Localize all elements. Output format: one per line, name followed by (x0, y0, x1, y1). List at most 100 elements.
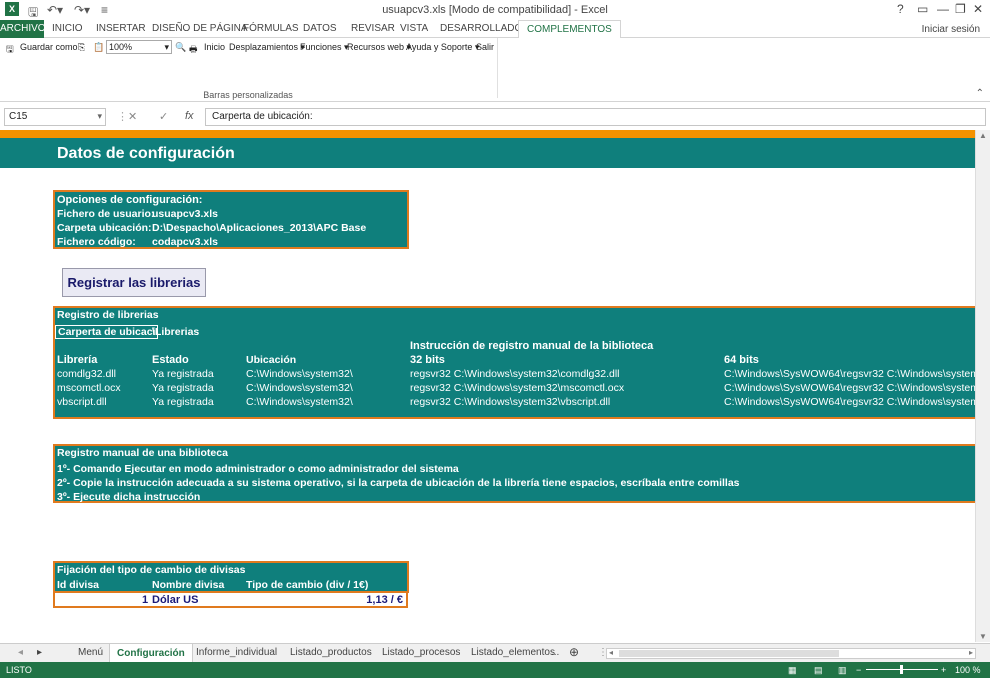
ayuda-menu[interactable]: Ayuda y Soporte ▾ (406, 42, 479, 53)
sheet-tab[interactable]: Listado_procesos (382, 647, 460, 658)
table-cell: regsvr32 C:\Windows\system32\vbscript.dl… (410, 396, 611, 408)
page-break-icon[interactable]: ▥ (838, 665, 847, 676)
formula-input[interactable]: Carperta de ubicación: (205, 108, 986, 126)
column-header: Ubicación (246, 354, 297, 366)
scroll-down-icon[interactable]: ▼ (979, 632, 987, 641)
table-cell: C:\Windows\system32\ (246, 368, 353, 380)
currency-panel: Fijación del tipo de cambio de divisas I… (53, 561, 409, 593)
chevron-down-icon: ▾ (164, 42, 169, 52)
sheet-tab[interactable]: Informe_individual (196, 647, 277, 658)
currency-rate: 1,13 / € (366, 594, 403, 606)
zoom-select[interactable]: 100% ▾ (106, 40, 172, 54)
print-icon[interactable]: 🖶 (189, 42, 198, 58)
scroll-up-icon[interactable]: ▲ (979, 131, 987, 140)
desplazamientos-label: Desplazamientos (229, 42, 299, 52)
minimize-button[interactable]: — (937, 2, 949, 16)
column-header: Librería (57, 354, 98, 366)
scroll-left-icon[interactable]: ◂ (609, 648, 613, 657)
funciones-menu[interactable]: Funciones ▾ (300, 42, 349, 53)
formula-bar: C15 ▾ ⋮ ✕ ✓ fx Carperta de ubicación: (0, 103, 990, 129)
sheet-tab[interactable]: Listado_productos (290, 647, 372, 658)
cancel-icon[interactable]: ✕ (128, 110, 137, 123)
config-value: codapcv3.xls (152, 236, 218, 248)
manual-instruction-heading: Instrucción de registro manual de la bib… (410, 340, 654, 352)
config-value: usuapcv3.xls (152, 208, 218, 220)
column-header: 32 bits (410, 354, 445, 366)
ribbon-display-button[interactable]: ▭ (917, 2, 928, 16)
name-box[interactable]: C15 ▾ (4, 108, 106, 126)
save-as-icon: 🖫 (6, 44, 14, 54)
zoom-out-icon[interactable]: − (856, 665, 861, 675)
column-header: Id divisa (57, 579, 100, 591)
currency-row[interactable]: 1 Dólar US 1,13 / € (53, 591, 408, 608)
normal-view-icon[interactable]: ▦ (788, 665, 797, 676)
sheet-tab[interactable]: Menú (78, 647, 103, 658)
table-cell: C:\Windows\system32\ (246, 382, 353, 394)
tab-diseno[interactable]: DISEÑO DE PÁGINA (152, 23, 248, 34)
sign-in-link[interactable]: Iniciar sesión (922, 24, 980, 35)
zoom-level[interactable]: 100 % (955, 665, 981, 675)
enter-icon[interactable]: ✓ (159, 110, 168, 123)
help-button[interactable]: ? (897, 2, 904, 16)
status-mode: LISTO (6, 665, 32, 675)
tab-datos[interactable]: DATOS (303, 23, 337, 34)
tab-formulas[interactable]: FÓRMULAS (243, 23, 299, 34)
currency-name: Dólar US (152, 594, 199, 606)
config-heading: Opciones de configuración: (57, 194, 203, 206)
zoom-slider-thumb[interactable] (900, 665, 903, 674)
restore-button[interactable]: ❐ (955, 2, 966, 16)
copy-icon[interactable]: ⎘ (78, 42, 85, 53)
salir-button[interactable]: Salir (476, 42, 494, 52)
registry-heading: Registro de librerias (57, 309, 159, 321)
tab-archivo[interactable]: ARCHIVO (0, 20, 46, 38)
config-label: Carpeta ubicación: (57, 222, 152, 234)
horizontal-scrollbar[interactable]: ◂ ▸ (606, 648, 976, 659)
collapse-ribbon-icon[interactable]: ⌃ (976, 88, 984, 99)
manual-step: 3º- Ejecute dicha instrucción (57, 491, 201, 503)
recursos-web-menu[interactable]: Recursos web ▾ (347, 42, 411, 53)
config-label: Fichero de usuario: (57, 208, 155, 220)
table-cell: C:\Windows\system32\ (246, 396, 353, 408)
next-sheet-icon[interactable]: ▸ (37, 647, 42, 658)
table-cell: C:\Windows\SysWOW64\regsvr32 C:\Windows\… (724, 368, 975, 380)
paste-icon[interactable]: 📋 (93, 42, 104, 53)
close-button[interactable]: ✕ (973, 2, 983, 16)
funciones-label: Funciones (300, 42, 342, 52)
tab-complementos[interactable]: COMPLEMENTOS (518, 20, 621, 39)
tab-vista[interactable]: VISTA (400, 23, 428, 34)
ribbon-body: 🖫 Guardar como ⎘ 📋 100% ▾ 🔍 🖶 Inicio Des… (0, 38, 990, 102)
column-header: Nombre divisa (152, 579, 225, 591)
tab-revisar[interactable]: REVISAR (351, 23, 395, 34)
sheet-tab-active[interactable]: Configuración (109, 644, 193, 663)
tab-desarrollador[interactable]: DESARROLLADOR (440, 23, 529, 34)
registry-panel: Registro de librerias Carperta de ubicac… (53, 306, 975, 419)
worksheet[interactable]: Datos de configuración Opciones de confi… (0, 130, 975, 642)
name-box-value: C15 (9, 111, 28, 122)
tab-insertar[interactable]: INSERTAR (96, 23, 146, 34)
scroll-right-icon[interactable]: ▸ (969, 648, 973, 657)
sheet-tab[interactable]: Listado_elementos (471, 647, 555, 658)
table-cell: C:\Windows\SysWOW64\regsvr32 C:\Windows\… (724, 382, 975, 394)
table-cell: comdlg32.dll (57, 368, 116, 380)
zoom-in-icon[interactable]: + (941, 665, 946, 675)
add-sheet-icon[interactable]: ⊕ (569, 645, 579, 659)
insert-function-icon[interactable]: fx (185, 110, 194, 122)
page-layout-icon[interactable]: ▤ (814, 665, 823, 676)
more-sheets-button[interactable]: ... (551, 647, 559, 658)
table-cell: C:\Windows\SysWOW64\regsvr32 C:\Windows\… (724, 396, 975, 408)
vertical-scrollbar[interactable]: ▲ ▼ (975, 130, 990, 642)
scroll-thumb[interactable] (619, 650, 839, 657)
inicio-button[interactable]: Inicio (204, 42, 225, 52)
prev-sheet-icon[interactable]: ◂ (18, 647, 23, 658)
selected-cell[interactable]: Carperta de ubicaci (55, 325, 159, 339)
chevron-down-icon: ▾ (97, 111, 102, 121)
grip-icon: ⋮ (117, 111, 128, 123)
print-preview-icon[interactable]: 🔍 (175, 42, 186, 53)
save-as-button[interactable]: Guardar como (20, 42, 78, 52)
ribbon-group-name: Barras personalizadas (203, 90, 293, 100)
table-cell: regsvr32 C:\Windows\system32\comdlg32.dl… (410, 368, 620, 380)
register-libraries-button[interactable]: Registrar las librerias (62, 268, 206, 297)
table-cell: vbscript.dll (57, 396, 107, 408)
desplazamientos-menu[interactable]: Desplazamientos ▾ (229, 42, 305, 53)
tab-inicio[interactable]: INICIO (52, 23, 83, 34)
